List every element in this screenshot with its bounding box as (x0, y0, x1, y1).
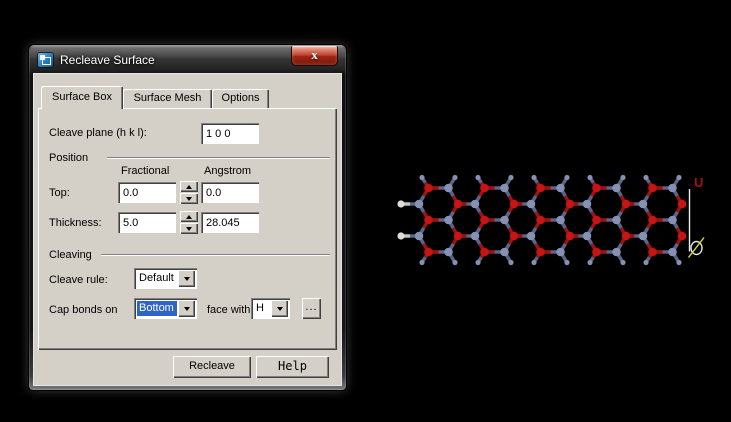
dialog-client-area: Surface Box Surface Mesh Options Cleave … (34, 74, 341, 385)
tab-surface-box[interactable]: Surface Box (41, 86, 123, 109)
dropdown-arrow-icon[interactable] (271, 300, 288, 317)
position-separator (107, 157, 330, 158)
cleave-plane-input[interactable] (201, 123, 259, 144)
thickness-fractional-input[interactable] (118, 212, 176, 233)
fractional-column-header: Fractional (121, 165, 170, 177)
app-icon (38, 53, 53, 67)
recleave-button[interactable]: Recleave (173, 356, 251, 378)
recleave-surface-dialog: Recleave Surface x Surface Box Surface M… (28, 44, 347, 391)
close-button[interactable]: x (291, 46, 338, 66)
window-title: Recleave Surface (60, 53, 155, 67)
up-arrow-icon (186, 214, 192, 219)
top-angstrom-input[interactable] (201, 182, 259, 203)
thickness-spinner (180, 211, 198, 234)
down-arrow-icon (186, 226, 192, 231)
cap-bonds-dropdown[interactable]: Bottom (134, 298, 197, 319)
desktop: { "window": { "title": "Recleave Surface… (0, 0, 731, 422)
cleave-rule-value: Default (139, 272, 174, 284)
angstrom-column-header: Angstrom (204, 165, 252, 177)
svg-text:U: U (694, 175, 703, 190)
top-spinner-up[interactable] (180, 181, 198, 192)
position-group-label: Position (49, 152, 89, 164)
face-with-dropdown[interactable]: H (251, 298, 290, 319)
molecule-structure (397, 174, 687, 266)
cap-bonds-label: Cap bonds on (49, 304, 118, 316)
cleaving-group-label: Cleaving (49, 249, 92, 261)
face-with-value: H (256, 302, 264, 314)
cleave-plane-label: Cleave plane (h k l): (49, 127, 147, 139)
cleaving-separator (101, 254, 330, 255)
cleave-rule-dropdown[interactable]: Default (134, 268, 197, 289)
cap-bonds-value: Bottom (137, 301, 177, 316)
up-arrow-icon (186, 184, 192, 189)
top-label: Top: (49, 187, 70, 199)
cleave-rule-label: Cleave rule: (49, 274, 108, 286)
top-spinner (180, 181, 198, 204)
thickness-spinner-down[interactable] (180, 223, 198, 234)
down-arrow-icon (186, 196, 192, 201)
orientation-axis: U (687, 175, 705, 258)
tab-surface-mesh[interactable]: Surface Mesh (123, 89, 212, 108)
dropdown-arrow-icon[interactable] (178, 270, 195, 287)
help-button[interactable]: Help (256, 356, 329, 378)
thickness-label: Thickness: (49, 217, 102, 229)
tab-options[interactable]: Options (212, 89, 269, 108)
thickness-angstrom-input[interactable] (201, 212, 259, 233)
dropdown-arrow-icon[interactable] (178, 300, 195, 317)
top-fractional-input[interactable] (118, 182, 176, 203)
browse-button[interactable]: ... (302, 298, 321, 319)
top-spinner-down[interactable] (180, 193, 198, 204)
tab-panel-surface-box: Cleave plane (h k l): Position Fractiona… (38, 108, 337, 350)
thickness-spinner-up[interactable] (180, 211, 198, 222)
face-with-label: face with (207, 304, 251, 316)
